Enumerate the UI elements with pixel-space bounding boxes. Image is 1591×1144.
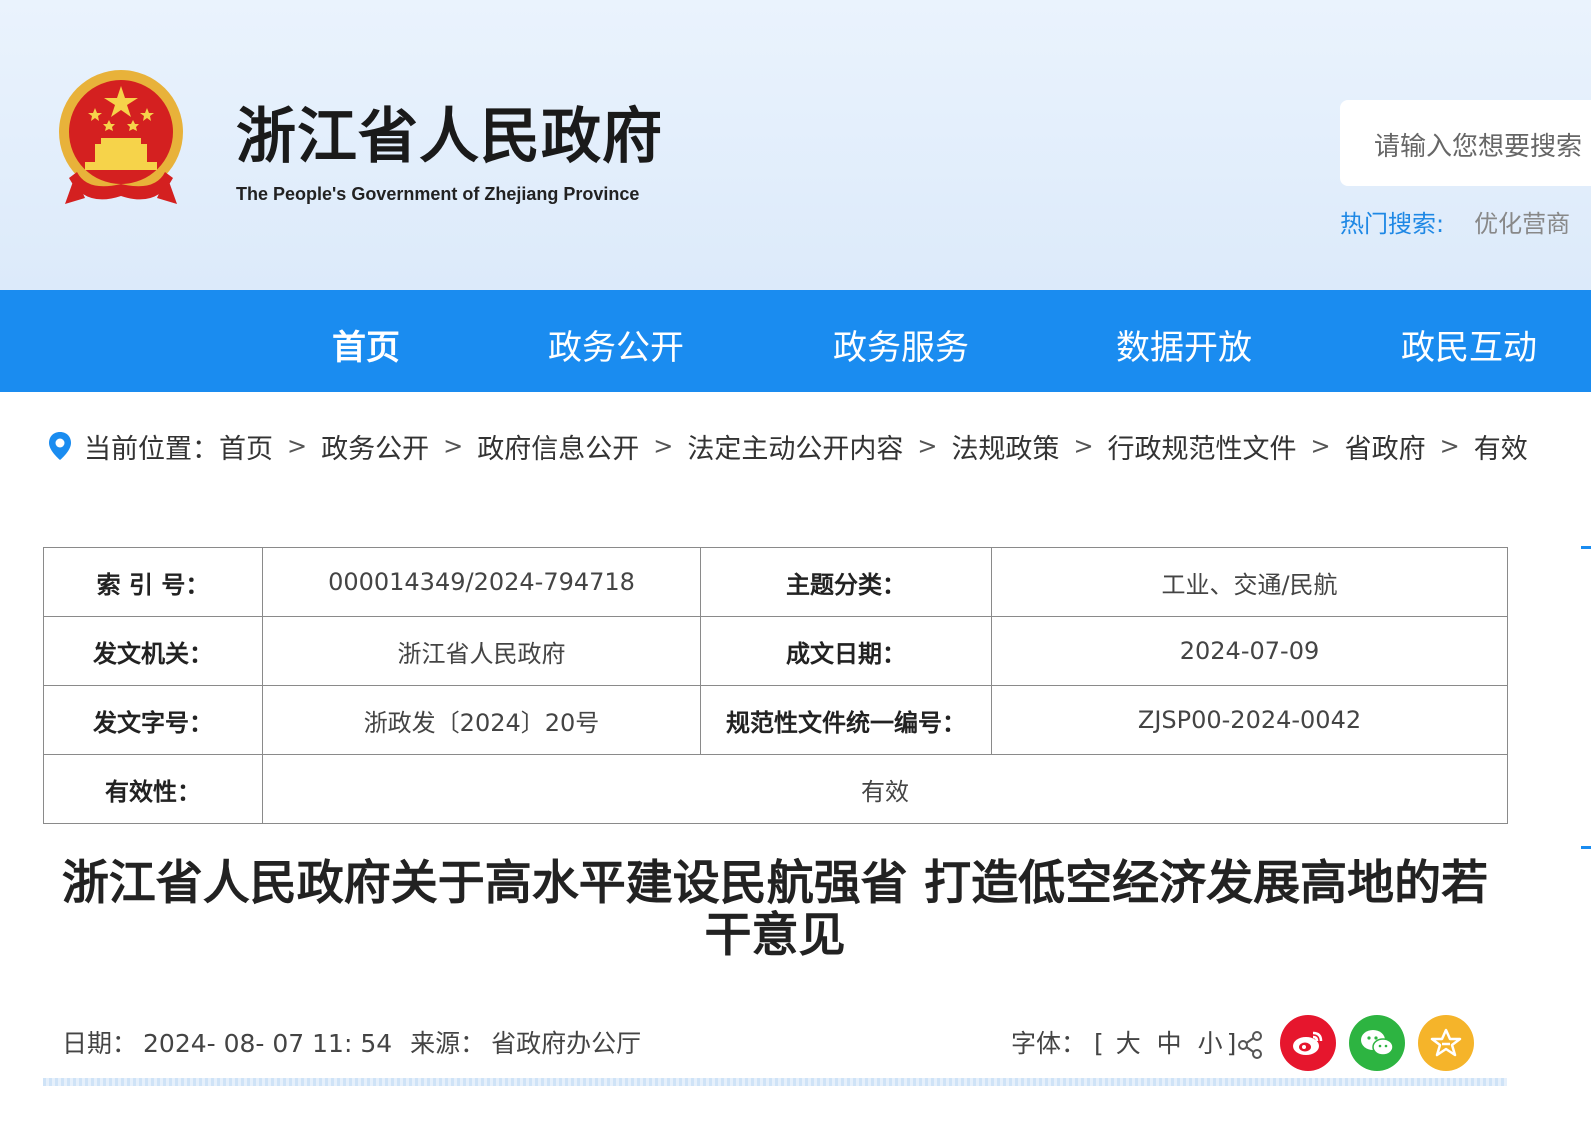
font-size-label: 字体： [1011, 1029, 1087, 1058]
breadcrumb-gov-affairs-open[interactable]: 政务公开 [321, 427, 429, 466]
doc-no-label: 发文字号： [43, 685, 263, 755]
site-subtitle: The People's Government of Zhejiang Prov… [236, 184, 640, 204]
breadcrumb-separator: > [653, 432, 674, 460]
date-label: 成文日期： [700, 616, 992, 686]
font-bracket-close: ] [1226, 1029, 1237, 1058]
topic-label: 主题分类： [700, 547, 992, 617]
nav-item-home[interactable]: 首页 [332, 320, 400, 369]
location-pin-icon [49, 432, 71, 460]
nav-item-gov-affairs-open[interactable]: 政务公开 [548, 320, 684, 369]
breadcrumb-home[interactable]: 首页 [219, 427, 273, 466]
font-bracket-open: [ [1093, 1029, 1104, 1058]
breadcrumb-gov-info-open[interactable]: 政府信息公开 [477, 427, 639, 466]
unified-no-label: 规范性文件统一编号： [700, 685, 992, 755]
main-nav: 首页 政务公开 政务服务 数据开放 政民互动 [0, 290, 1591, 392]
topic-value: 工业、交通/民航 [991, 547, 1508, 617]
nav-item-interaction[interactable]: 政民互动 [1401, 320, 1537, 369]
weibo-share-button[interactable] [1280, 1015, 1336, 1071]
issuer-label: 发文机关： [43, 616, 263, 686]
breadcrumb-separator: > [287, 432, 308, 460]
font-size-medium[interactable]: 中 [1157, 1029, 1182, 1058]
search-input[interactable]: 请输入您想要搜索 [1340, 100, 1591, 186]
favorite-star-icon [1430, 1028, 1462, 1057]
share-icon[interactable] [1236, 1030, 1264, 1060]
index-no-value: 000014349/2024-794718 [262, 547, 701, 617]
font-size-small[interactable]: 小 [1198, 1029, 1223, 1058]
table-row: 发文机关： 浙江省人民政府 成文日期： 2024-07-09 [43, 616, 1508, 686]
breadcrumb: 当前位置： 首页 > 政务公开 > 政府信息公开 > 法定主动公开内容 > 法规… [48, 426, 1528, 466]
source-label: 来源： [410, 1029, 486, 1058]
breadcrumb-statutory-content[interactable]: 法定主动公开内容 [687, 427, 903, 466]
hot-search-label: 热门搜索: [1340, 210, 1445, 238]
breadcrumb-regulations[interactable]: 法规政策 [951, 427, 1059, 466]
validity-value: 有效 [262, 754, 1508, 824]
validity-label: 有效性： [43, 754, 263, 824]
hot-search-link[interactable]: 优化营商 [1474, 210, 1570, 238]
breadcrumb-separator: > [1439, 432, 1460, 460]
table-row: 索 引 号： 000014349/2024-794718 主题分类： 工业、交通… [43, 547, 1508, 617]
article-title: 浙江省人民政府关于高水平建设民航强省 打造低空经济发展高地的若干意见 [61, 856, 1489, 963]
weibo-icon [1293, 1031, 1323, 1055]
nav-item-open-data[interactable]: 数据开放 [1116, 320, 1252, 369]
edge-accent [1581, 546, 1591, 549]
national-emblem[interactable] [55, 68, 187, 210]
breadcrumb-valid[interactable]: 有效 [1474, 427, 1528, 466]
document-info-table: 索 引 号： 000014349/2024-794718 主题分类： 工业、交通… [43, 547, 1508, 824]
wechat-icon [1361, 1030, 1394, 1056]
font-size-control: 字体： [ 大 中 小] [1011, 1024, 1236, 1060]
breadcrumb-provincial-gov[interactable]: 省政府 [1345, 427, 1426, 466]
site-title: 浙江省人民政府 [236, 102, 663, 172]
meta-divider [43, 1078, 1507, 1086]
site-header: 浙江省人民政府 The People's Government of Zheji… [0, 0, 1591, 290]
table-row: 有效性： 有效 [43, 754, 1508, 824]
breadcrumb-separator: > [1310, 432, 1331, 460]
breadcrumb-separator: > [1073, 432, 1094, 460]
unified-no-value: ZJSP00-2024-0042 [991, 685, 1508, 755]
article-meta: 日期： 2024- 08- 07 11: 54 来源： 省政府办公厅 [62, 1024, 659, 1060]
date-value: 2024-07-09 [991, 616, 1508, 686]
breadcrumb-prefix: 当前位置： [84, 433, 219, 465]
index-no-label: 索 引 号： [43, 547, 263, 617]
breadcrumb-separator: > [917, 432, 938, 460]
edge-accent [1581, 846, 1591, 849]
font-size-large[interactable]: 大 [1116, 1029, 1141, 1058]
wechat-share-button[interactable] [1349, 1015, 1405, 1071]
source-value: 省政府办公厅 [491, 1029, 642, 1058]
breadcrumb-normative-docs[interactable]: 行政规范性文件 [1108, 427, 1297, 466]
doc-no-value: 浙政发〔2024〕20号 [262, 685, 701, 755]
publish-date: 2024- 08- 07 11: 54 [143, 1029, 393, 1058]
issuer-value: 浙江省人民政府 [262, 616, 701, 686]
hot-search: 热门搜索: 优化营商 [1340, 204, 1570, 239]
publish-date-label: 日期： [62, 1029, 138, 1058]
nav-item-gov-services[interactable]: 政务服务 [833, 320, 969, 369]
favorite-button[interactable] [1418, 1015, 1474, 1071]
table-row: 发文字号： 浙政发〔2024〕20号 规范性文件统一编号： ZJSP00-202… [43, 685, 1508, 755]
breadcrumb-separator: > [443, 432, 464, 460]
